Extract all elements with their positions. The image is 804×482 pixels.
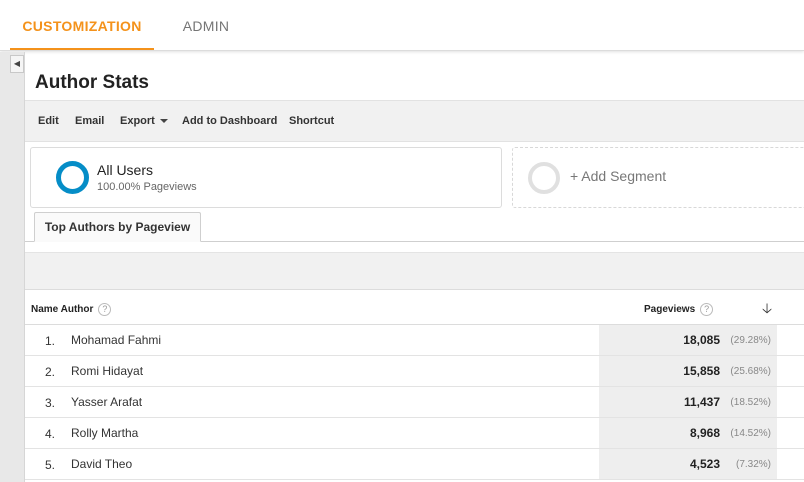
- author-name[interactable]: Yasser Arafat: [71, 395, 142, 409]
- pageviews-cell: 15,858 (25.68%): [599, 356, 777, 386]
- row-index: 2.: [45, 365, 56, 379]
- export-button[interactable]: Export: [120, 115, 168, 127]
- pageviews-percent: (18.52%): [730, 397, 771, 408]
- column-label: Name Author: [31, 304, 94, 316]
- left-rail: [0, 52, 25, 482]
- author-name[interactable]: Rolly Martha: [71, 426, 138, 440]
- pageviews-percent: (25.68%): [730, 366, 771, 377]
- row-index: 4.: [45, 427, 56, 441]
- edit-button[interactable]: Edit: [38, 115, 59, 127]
- table-header: Name Author? Pageviews? 🡣: [25, 290, 804, 325]
- pageviews-cell: 11,437 (18.52%): [599, 387, 777, 417]
- top-navigation: CUSTOMIZATION ADMIN: [0, 0, 804, 51]
- pageviews-percent: (7.32%): [735, 459, 771, 470]
- email-button[interactable]: Email: [75, 115, 104, 127]
- segment-name: All Users: [97, 162, 154, 178]
- pageviews-cell: 4,523 (7.32%): [599, 449, 777, 479]
- tab-customization[interactable]: CUSTOMIZATION: [10, 0, 154, 50]
- table-row[interactable]: 1. Mohamad Fahmi 18,085 (29.28%): [25, 325, 804, 356]
- column-header-pageviews[interactable]: Pageviews?: [644, 303, 714, 316]
- segment-all-users[interactable]: All Users 100.00% Pageviews: [30, 147, 502, 208]
- table-row[interactable]: 2. Romi Hidayat 15,858 (25.68%): [25, 356, 804, 387]
- row-index: 3.: [45, 396, 56, 410]
- shortcut-button[interactable]: Shortcut: [289, 115, 334, 127]
- pageviews-cell: 8,968 (14.52%): [599, 418, 777, 448]
- row-index: 5.: [45, 458, 56, 472]
- chevron-left-icon: ◀: [13, 59, 21, 68]
- tab-admin[interactable]: ADMIN: [168, 0, 244, 50]
- pageviews-percent: (14.52%): [730, 428, 771, 439]
- author-name[interactable]: David Theo: [71, 457, 132, 471]
- table-row[interactable]: 4. Rolly Martha 8,968 (14.52%): [25, 418, 804, 449]
- pageviews-value: 15,858: [683, 364, 720, 378]
- table-body: 1. Mohamad Fahmi 18,085 (29.28%) 2. Romi…: [25, 325, 804, 480]
- export-label: Export: [120, 115, 155, 127]
- caret-down-icon: [159, 119, 168, 124]
- column-header-name-author[interactable]: Name Author?: [31, 303, 112, 316]
- table-row[interactable]: 3. Yasser Arafat 11,437 (18.52%): [25, 387, 804, 418]
- segment-subtitle: 100.00% Pageviews: [97, 181, 197, 193]
- help-icon[interactable]: ?: [98, 303, 112, 316]
- table-controls-band: [25, 252, 804, 290]
- collapse-sidebar-button[interactable]: ◀: [10, 55, 24, 73]
- table-row[interactable]: 5. David Theo 4,523 (7.32%): [25, 449, 804, 480]
- add-segment-label: + Add Segment: [570, 168, 667, 184]
- add-segment-button[interactable]: + Add Segment: [512, 147, 804, 208]
- report-toolbar: Edit Email Export Add to Dashboard Short…: [25, 100, 804, 142]
- donut-icon: [56, 161, 89, 194]
- row-index: 1.: [45, 334, 56, 348]
- empty-ring-icon: [528, 162, 560, 194]
- author-name[interactable]: Romi Hidayat: [71, 364, 143, 378]
- pageviews-value: 8,968: [689, 426, 720, 440]
- add-to-dashboard-button[interactable]: Add to Dashboard: [182, 115, 277, 127]
- pageviews-value: 11,437: [683, 395, 720, 409]
- pageviews-value: 18,085: [683, 333, 720, 347]
- page-title: Author Stats: [35, 72, 149, 93]
- help-icon[interactable]: ?: [700, 303, 714, 316]
- arrow-down-icon[interactable]: 🡣: [762, 298, 772, 322]
- pageviews-cell: 18,085 (29.28%): [599, 325, 777, 355]
- author-name[interactable]: Mohamad Fahmi: [71, 333, 161, 347]
- tab-top-authors[interactable]: Top Authors by Pageview: [34, 212, 201, 242]
- pageviews-percent: (29.28%): [730, 335, 771, 346]
- column-label: Pageviews: [644, 304, 696, 316]
- pageviews-value: 4,523: [689, 457, 720, 471]
